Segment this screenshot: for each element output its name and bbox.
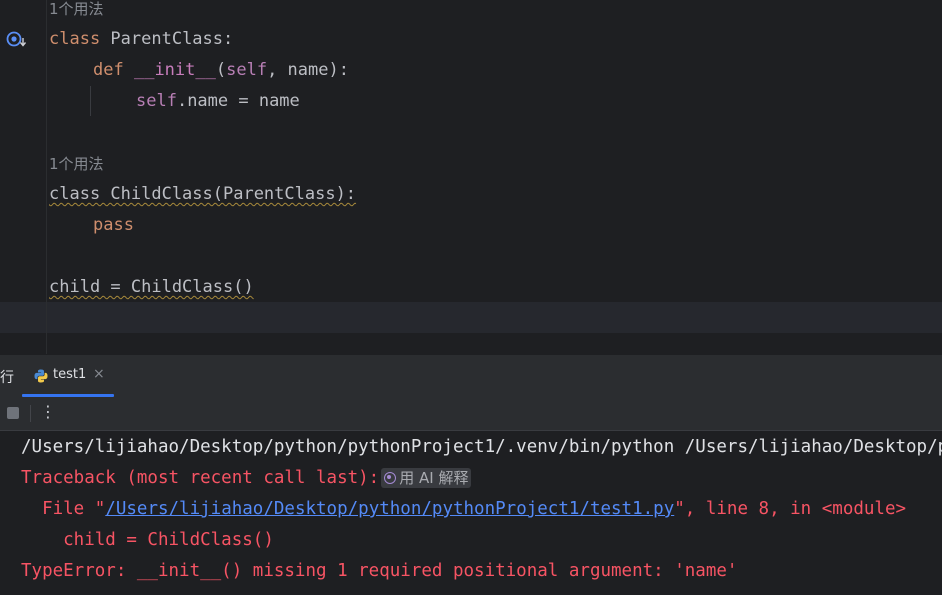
console-error-line: TypeError: __init__() missing 1 required… — [21, 561, 738, 581]
keyword: def — [93, 60, 124, 80]
function-name: __init__ — [133, 60, 216, 80]
self-param: self — [226, 60, 268, 80]
params: , name): — [267, 60, 349, 80]
keyword: class — [49, 29, 101, 49]
close-icon[interactable]: × — [93, 366, 105, 382]
toolbar-separator — [30, 405, 31, 422]
class-name: ParentClass: — [100, 29, 234, 49]
file-suffix: ", line 8, in <module> — [674, 499, 907, 519]
gutter-divider — [46, 0, 47, 354]
paren: ( — [215, 60, 227, 80]
tab-test1[interactable]: test1 × — [22, 355, 114, 397]
usage-hint[interactable]: 1个用法 — [49, 0, 104, 19]
more-vertical-icon[interactable]: ⋮ — [40, 402, 56, 421]
file-prefix: File " — [21, 499, 106, 519]
ai-explain-button[interactable]: 用 AI 解释 — [381, 468, 472, 488]
assignment: .name = name — [176, 91, 300, 111]
ai-explain-label: 用 AI 解释 — [399, 469, 469, 487]
code-line-5[interactable]: pass — [93, 215, 134, 235]
console-traceback-line: Traceback (most recent call last): 用 AI 解… — [21, 468, 472, 488]
indent-guide — [90, 86, 91, 116]
code-line-6[interactable]: child = ChildClass() — [49, 277, 254, 297]
run-console[interactable]: /Users/lijiahao/Desktop/python/pythonPro… — [0, 431, 942, 595]
ai-assistant-icon — [384, 472, 397, 484]
stop-icon[interactable] — [7, 407, 19, 419]
self-ref: self — [136, 91, 177, 111]
console-command-line: /Users/lijiahao/Desktop/python/pythonPro… — [21, 437, 942, 457]
code-line-2[interactable]: def __init__(self, name): — [93, 60, 349, 80]
current-line-highlight — [0, 302, 942, 333]
usage-hint[interactable]: 1个用法 — [49, 153, 104, 174]
python-file-icon — [34, 369, 48, 383]
traceback-text: Traceback (most recent call last): — [21, 468, 380, 488]
code-editor[interactable]: 1个用法 class ParentClass: def __init__(sel… — [0, 0, 942, 354]
run-tool-window-title[interactable]: 行 — [0, 367, 14, 387]
override-breakpoint-icon[interactable] — [6, 30, 28, 50]
code-line-1[interactable]: class ParentClass: — [49, 29, 233, 49]
code-line-4[interactable]: class ChildClass(ParentClass): — [49, 184, 356, 204]
code-line-3[interactable]: self.name = name — [136, 91, 300, 111]
file-path-link[interactable]: /Users/lijiahao/Desktop/python/pythonPro… — [105, 499, 674, 519]
console-file-line: File "/Users/lijiahao/Desktop/python/pyt… — [21, 499, 906, 519]
tab-label: test1 — [53, 367, 87, 382]
run-toolbar: ⋮ — [0, 397, 942, 431]
run-tool-window-tabbar: 行 test1 × — [0, 354, 942, 397]
console-code-line: child = ChildClass() — [21, 530, 274, 550]
